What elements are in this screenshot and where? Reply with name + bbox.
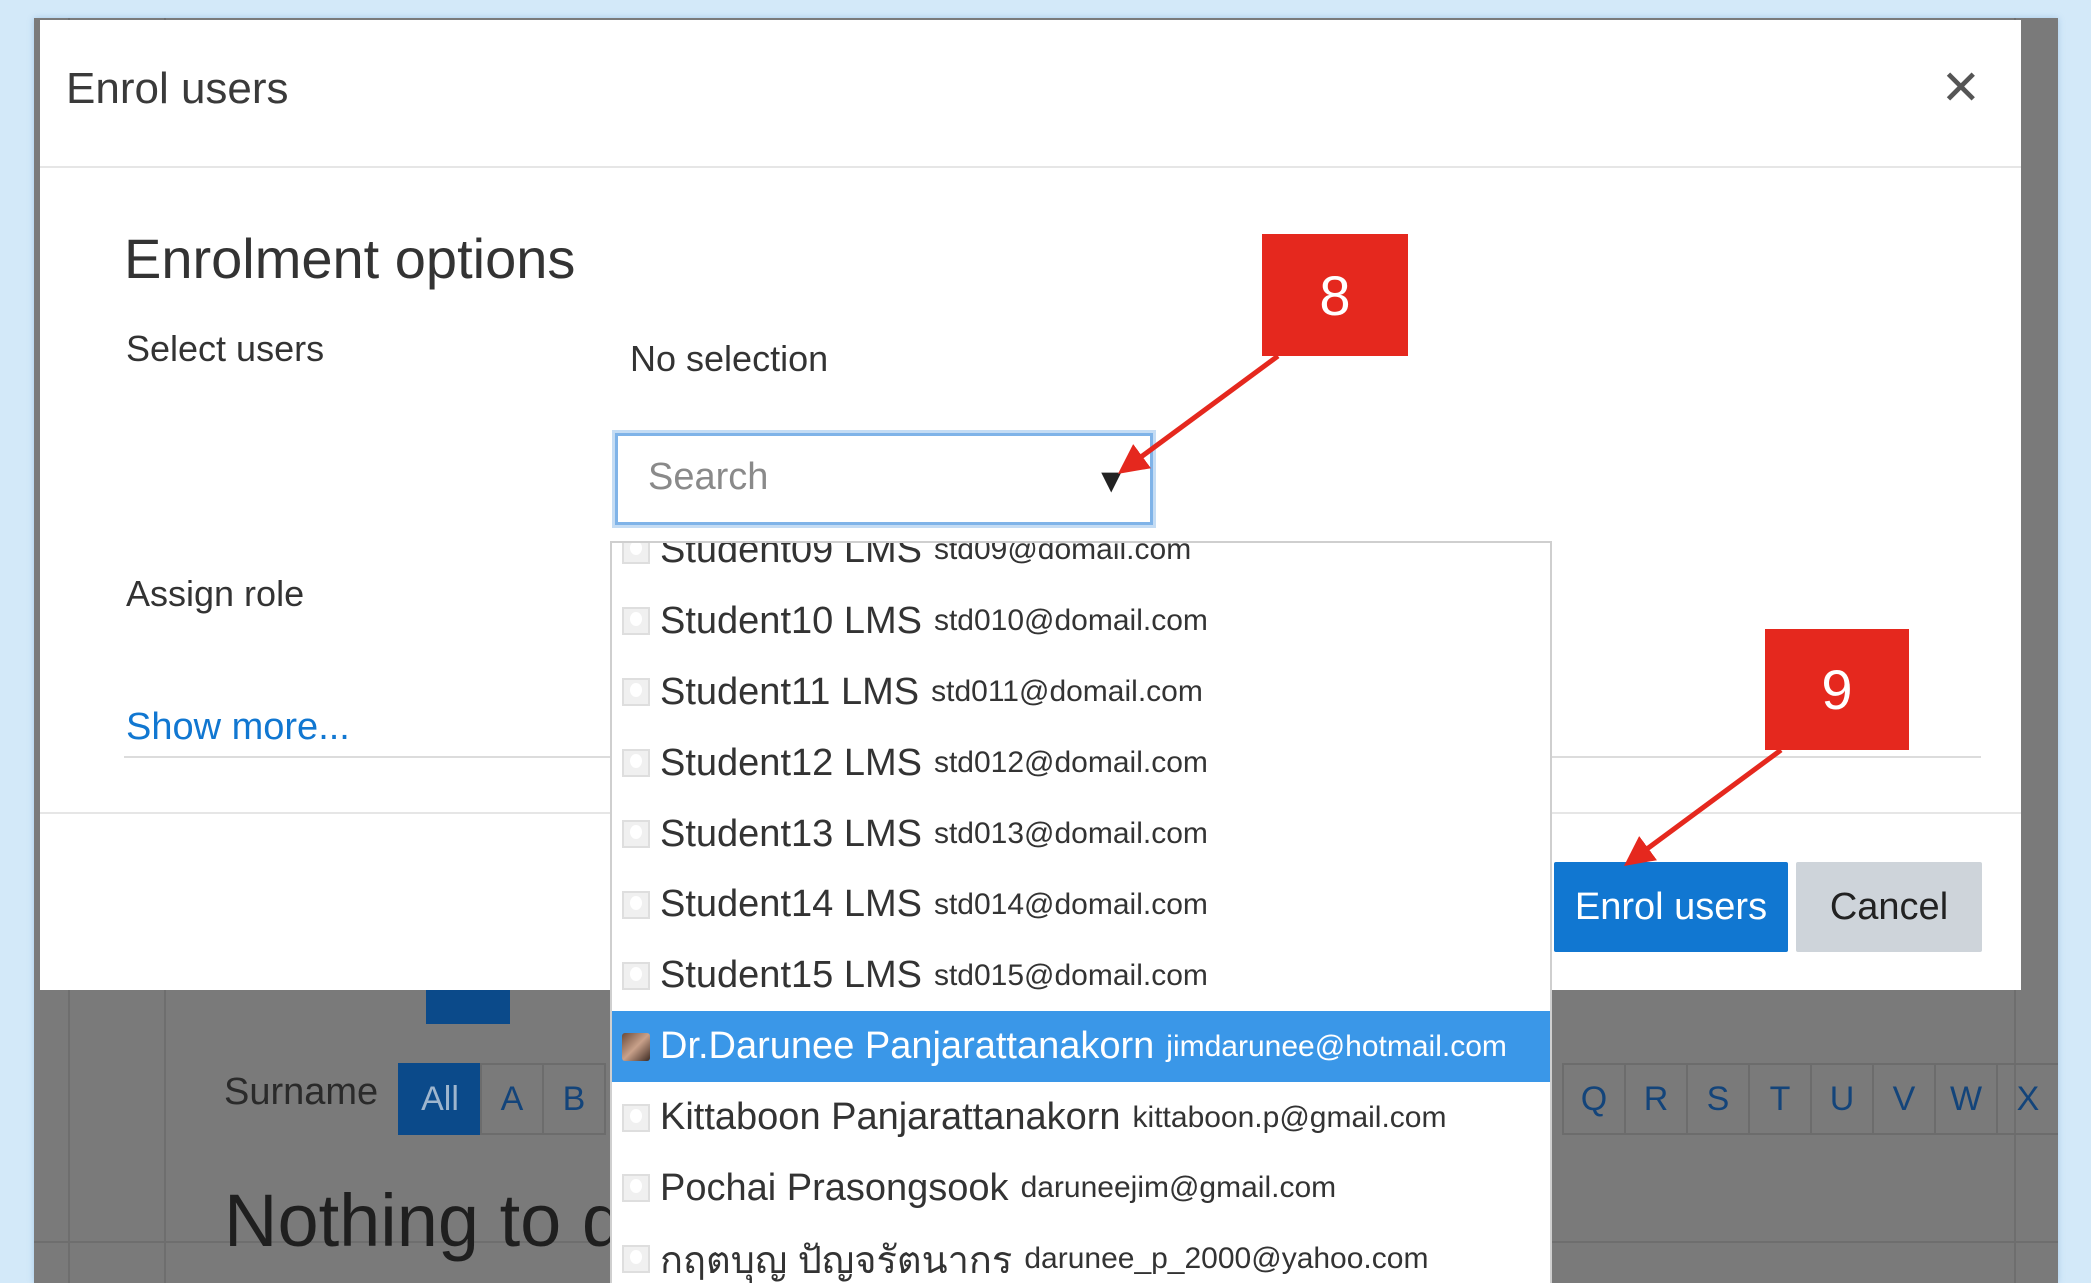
surname-letter-filter-right: QRSTUVWX	[1562, 1063, 2058, 1135]
dropdown-caret-icon[interactable]: ▼	[1094, 462, 1128, 501]
user-suggestion-list: Student09 LMS std09@domail.com Student10 L…	[612, 541, 1550, 1283]
default-user-icon	[622, 820, 650, 848]
assign-role-label: Assign role	[126, 573, 305, 614]
user-email: std015@domail.com	[933, 958, 1208, 992]
user-suggestion-item[interactable]: กฤตบุญ ปัญจรัตนากร darunee_p_2000@yahoo.c…	[612, 1224, 1550, 1283]
letter-filter-t[interactable]: T	[1748, 1063, 1812, 1135]
user-name: Kittaboon Panjarattanakorn	[660, 1096, 1121, 1139]
user-name: Student14 LMS	[660, 883, 922, 926]
letter-filter-s[interactable]: S	[1686, 1063, 1750, 1135]
default-user-icon	[622, 1103, 650, 1132]
enrol-users-button[interactable]: Enrol users	[1554, 862, 1788, 952]
modal-header: Enrol users ✕	[40, 20, 2021, 168]
default-user-icon	[622, 749, 650, 778]
cancel-button[interactable]: Cancel	[1796, 862, 1982, 952]
default-user-icon	[622, 1174, 650, 1203]
annotation-marker-8: 8	[1262, 234, 1408, 356]
letter-filter-q[interactable]: Q	[1562, 1063, 1626, 1135]
letter-filter-all[interactable]: All	[398, 1063, 482, 1135]
empty-state-text: Nothing to d	[224, 1179, 624, 1262]
user-name: Pochai Prasongsook	[660, 1166, 1009, 1209]
default-user-icon	[622, 890, 650, 919]
user-suggestion-item[interactable]: Student09 LMS std09@domail.com	[612, 541, 1550, 586]
default-user-icon	[622, 678, 650, 707]
close-icon[interactable]: ✕	[1941, 60, 1981, 116]
user-suggestion-item[interactable]: Student10 LMS std010@domail.com	[612, 586, 1550, 657]
user-email: std013@domail.com	[933, 817, 1208, 850]
letter-filter-b[interactable]: B	[542, 1063, 606, 1135]
default-user-icon	[622, 961, 650, 990]
user-suggestion-item[interactable]: Student14 LMS std014@domail.com	[612, 869, 1550, 940]
user-email: kittaboon.p@gmail.com	[1132, 1100, 1447, 1134]
letter-filter-u[interactable]: U	[1810, 1063, 1874, 1135]
letter-filter-w[interactable]: W	[1934, 1063, 1998, 1135]
user-name: Student15 LMS	[660, 954, 922, 997]
user-name: Student12 LMS	[660, 741, 922, 784]
default-user-icon	[622, 1245, 650, 1274]
annotation-marker-9: 9	[1765, 629, 1909, 750]
default-user-icon	[622, 607, 650, 636]
user-name: Student11 LMS	[660, 670, 920, 713]
user-name: กฤตบุญ ปัญจรัตนากร	[660, 1239, 1013, 1282]
bg-tab-indicator	[426, 984, 510, 1024]
user-suggestion-item[interactable]: Student15 LMS std015@domail.com	[612, 940, 1550, 1011]
surname-letter-filter-left: All A B	[398, 1063, 606, 1135]
user-name: Student13 LMS	[660, 812, 922, 855]
user-search-field[interactable]: ▼	[615, 433, 1153, 525]
user-email: std010@domail.com	[933, 604, 1208, 638]
user-suggestion-item[interactable]: Student13 LMS std013@domail.com	[612, 799, 1550, 870]
user-name: Student09 LMS	[660, 541, 922, 571]
default-user-icon	[622, 543, 650, 565]
user-email: daruneejim@gmail.com	[1020, 1171, 1337, 1205]
user-name: Student10 LMS	[660, 599, 922, 642]
user-suggestion-item[interactable]: Student11 LMS std011@domail.com	[612, 657, 1550, 728]
user-name: Dr.Darunee Panjarattanakorn	[660, 1025, 1155, 1068]
user-suggestion-item[interactable]: Student12 LMS std012@domail.com	[612, 728, 1550, 799]
letter-filter-r[interactable]: R	[1624, 1063, 1688, 1135]
surname-filter-label: Surname	[224, 1071, 379, 1113]
user-email: std012@domail.com	[933, 746, 1208, 780]
select-users-label: Select users	[126, 328, 325, 369]
user-suggestion-item[interactable]: Kittaboon Panjarattanakorn kittaboon.p@gm…	[612, 1082, 1550, 1153]
user-email: darunee_p_2000@yahoo.com	[1024, 1242, 1429, 1276]
section-title: Enrolment options	[124, 227, 576, 290]
user-email: std09@domail.com	[933, 541, 1192, 567]
user-email: std011@domail.com	[931, 675, 1203, 709]
user-suggestion-item[interactable]: Pochai Prasongsook daruneejim@gmail.com	[612, 1153, 1550, 1224]
user-suggestion-dropdown[interactable]: Student09 LMS std09@domail.com Student10 L…	[610, 541, 1552, 1283]
letter-filter-a[interactable]: A	[480, 1063, 544, 1135]
show-more-link[interactable]: Show more...	[126, 706, 350, 749]
letter-filter-v[interactable]: V	[1872, 1063, 1936, 1135]
letter-filter-x[interactable]: X	[1996, 1063, 2058, 1135]
search-input[interactable]	[648, 456, 1068, 499]
user-photo-icon	[622, 1032, 650, 1061]
user-suggestion-item[interactable]: Dr.Darunee Panjarattanakorn jimdarunee@ho…	[612, 1011, 1550, 1083]
user-email: std014@domail.com	[933, 887, 1208, 921]
user-email: jimdarunee@hotmail.com	[1166, 1029, 1507, 1063]
no-selection-text: No selection	[630, 338, 829, 379]
modal-title: Enrol users	[66, 64, 289, 113]
